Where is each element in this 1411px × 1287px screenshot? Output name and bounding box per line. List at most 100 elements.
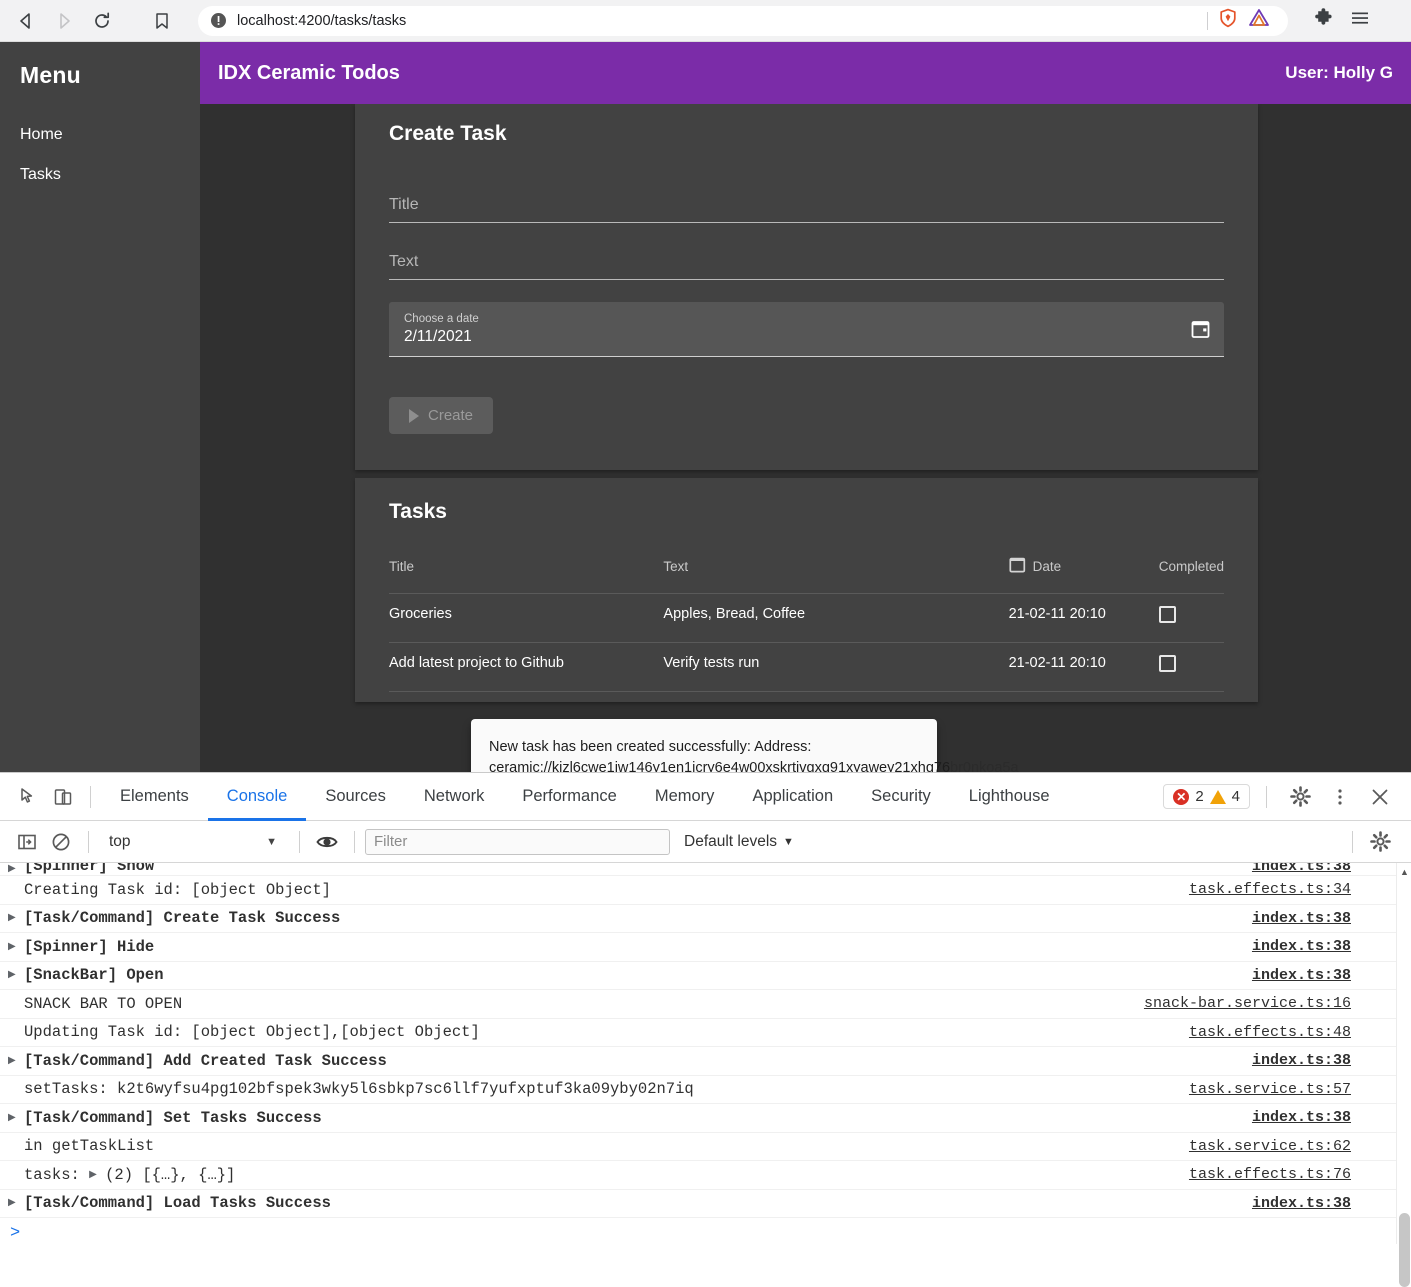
scrollbar-thumb[interactable] xyxy=(1399,1213,1410,1287)
expand-arrow-icon[interactable]: ▶ xyxy=(8,1055,24,1067)
console-subbar: top ▼ Default levels ▼ xyxy=(0,821,1411,863)
console-source-link[interactable]: snack-bar.service.ts:16 xyxy=(1144,995,1351,1012)
expand-arrow-icon[interactable]: ▶ xyxy=(8,863,24,875)
app-main: IDX Ceramic Todos User: Holly G Create T… xyxy=(200,42,1411,772)
console-source-link[interactable]: task.service.ts:62 xyxy=(1189,1138,1351,1155)
console-source-link[interactable]: task.effects.ts:76 xyxy=(1189,1166,1351,1183)
console-row[interactable]: ▶ SNACK BAR TO OPEN snack-bar.service.ts… xyxy=(0,990,1411,1019)
console-filter-input[interactable] xyxy=(365,828,670,855)
toggle-device-toolbar-icon[interactable] xyxy=(46,780,80,814)
site-info-icon[interactable] xyxy=(210,12,227,29)
cell-text: Verify tests run xyxy=(663,642,1009,692)
console-object-preview[interactable]: (2) [{…}, {…}] xyxy=(105,1166,235,1184)
tab-elements[interactable]: Elements xyxy=(101,773,208,821)
reload-icon[interactable] xyxy=(86,5,118,37)
brave-shield-icon[interactable] xyxy=(1218,8,1238,33)
triangle-extension-icon[interactable] xyxy=(1248,8,1270,33)
inspect-element-icon[interactable] xyxy=(12,780,46,814)
devtools-toolbar-right: ✕ 2 4 xyxy=(1163,780,1411,814)
live-expression-eye-icon[interactable] xyxy=(310,825,344,859)
console-row[interactable]: ▶ in getTaskList task.service.ts:62 xyxy=(0,1133,1411,1161)
console-row[interactable]: ▶ tasks: ▶ (2) [{…}, {…}] task.effects.t… xyxy=(0,1161,1411,1190)
address-bar[interactable]: localhost:4200/tasks/tasks xyxy=(198,5,1288,36)
tab-lighthouse[interactable]: Lighthouse xyxy=(950,773,1069,821)
console-source-link[interactable]: index.ts:38 xyxy=(1252,1195,1351,1212)
expand-object-arrow-icon[interactable]: ▶ xyxy=(89,1169,105,1181)
completed-checkbox[interactable] xyxy=(1158,606,1176,623)
expand-arrow-icon[interactable]: ▶ xyxy=(8,912,24,924)
console-row[interactable]: ▶ Updating Task id: [object Object],[obj… xyxy=(0,1019,1411,1047)
console-sidebar-toggle-icon[interactable] xyxy=(10,825,44,859)
column-header-date[interactable]: Date xyxy=(1009,546,1159,594)
tab-sources[interactable]: Sources xyxy=(306,773,405,821)
calendar-icon[interactable] xyxy=(1191,319,1210,339)
column-header-text[interactable]: Text xyxy=(663,546,1008,594)
console-prompt-row[interactable]: > xyxy=(0,1218,1411,1244)
console-source-link[interactable]: index.ts:38 xyxy=(1252,910,1351,927)
console-source-link[interactable]: index.ts:38 xyxy=(1252,967,1351,984)
bookmark-icon[interactable] xyxy=(146,5,178,37)
expand-arrow-icon[interactable]: ▶ xyxy=(8,1197,24,1209)
completed-checkbox[interactable] xyxy=(1158,655,1176,672)
console-row[interactable]: ▶ [Task/Command] Create Task Success ind… xyxy=(0,905,1411,933)
scroll-up-arrow-icon[interactable]: ▲ xyxy=(1397,865,1411,879)
console-log-list[interactable]: ▶ [Spinner] Show index.ts:38 ▶ Creating … xyxy=(0,863,1411,1244)
create-task-card: Create Task Title Text Choose a date 2/1… xyxy=(355,104,1258,470)
tasks-table-body: Groceries Apples, Bread, Coffee 21-02-11… xyxy=(389,593,1224,692)
sidenav-title: Menu xyxy=(20,62,81,88)
console-row[interactable]: ▶ [Task/Command] Set Tasks Success index… xyxy=(0,1104,1411,1133)
create-task-button[interactable]: Create xyxy=(389,397,494,434)
console-source-link[interactable]: task.effects.ts:48 xyxy=(1189,1024,1351,1041)
tab-performance[interactable]: Performance xyxy=(503,773,635,821)
console-message: [Task/Command] Add Created Task Success xyxy=(24,1051,387,1070)
expand-arrow-icon[interactable]: ▶ xyxy=(8,969,24,981)
table-row[interactable]: Groceries Apples, Bread, Coffee 21-02-11… xyxy=(389,593,1224,643)
hamburger-menu-icon[interactable] xyxy=(1350,8,1370,33)
console-row[interactable]: ▶ [Spinner] Hide index.ts:38 xyxy=(0,933,1411,962)
tab-application[interactable]: Application xyxy=(733,773,852,821)
devtools-panel: Elements Console Sources Network Perform… xyxy=(0,772,1411,1287)
console-context-selector[interactable]: top ▼ xyxy=(99,829,289,855)
date-picker-field[interactable]: Choose a date 2/11/2021 xyxy=(389,302,1224,357)
more-options-icon[interactable] xyxy=(1323,780,1357,814)
back-arrow-icon[interactable] xyxy=(10,5,42,37)
console-source-link[interactable]: index.ts:38 xyxy=(1252,938,1351,955)
console-settings-gear-icon[interactable] xyxy=(1363,825,1397,859)
column-header-completed[interactable]: Completed xyxy=(1159,546,1224,594)
console-row[interactable]: ▶ [SnackBar] Open index.ts:38 xyxy=(0,962,1411,990)
table-row[interactable]: Add latest project to Github Verify test… xyxy=(389,642,1224,692)
console-source-link[interactable]: task.service.ts:57 xyxy=(1189,1081,1351,1098)
console-row[interactable]: ▶ Creating Task id: [object Object] task… xyxy=(0,876,1411,905)
tab-memory[interactable]: Memory xyxy=(636,773,734,821)
console-source-link[interactable]: index.ts:38 xyxy=(1252,1109,1351,1126)
issues-counter[interactable]: ✕ 2 4 xyxy=(1163,784,1250,809)
close-icon[interactable] xyxy=(1363,780,1397,814)
console-row[interactable]: ▶ [Task/Command] Load Tasks Success inde… xyxy=(0,1190,1411,1218)
text-field[interactable]: Text xyxy=(389,223,1224,280)
title-field[interactable]: Title xyxy=(389,166,1224,223)
tab-network[interactable]: Network xyxy=(405,773,504,821)
devtools-tabs: Elements Console Sources Network Perform… xyxy=(101,773,1069,821)
gear-icon[interactable] xyxy=(1283,780,1317,814)
tab-security[interactable]: Security xyxy=(852,773,950,821)
console-row[interactable]: ▶ setTasks: k2t6wyfsu4pg102bfspek3wky5l6… xyxy=(0,1076,1411,1104)
console-row[interactable]: ▶ [Task/Command] Add Created Task Succes… xyxy=(0,1047,1411,1076)
date-field-value: 2/11/2021 xyxy=(404,327,472,345)
console-scrollbar[interactable]: ▲ xyxy=(1396,863,1411,1287)
console-source-link[interactable]: task.effects.ts:34 xyxy=(1189,881,1351,898)
app-title: IDX Ceramic Todos xyxy=(218,61,400,84)
sidebar-item-tasks[interactable]: Tasks xyxy=(0,155,200,195)
snackbar-line-1: New task has been created successfully: … xyxy=(489,739,812,755)
sidebar-item-home[interactable]: Home xyxy=(0,115,200,155)
column-header-title[interactable]: Title xyxy=(389,546,663,594)
console-prompt-caret-icon: > xyxy=(10,1223,21,1243)
expand-arrow-icon[interactable]: ▶ xyxy=(8,941,24,953)
puzzle-piece-icon[interactable] xyxy=(1314,8,1334,33)
expand-arrow-icon[interactable]: ▶ xyxy=(8,1112,24,1124)
console-source-link[interactable]: index.ts:38 xyxy=(1252,863,1351,875)
console-levels-selector[interactable]: Default levels ▼ xyxy=(684,833,794,851)
console-source-link[interactable]: index.ts:38 xyxy=(1252,1052,1351,1069)
clear-console-icon[interactable] xyxy=(44,825,78,859)
console-row[interactable]: ▶ [Spinner] Show index.ts:38 xyxy=(0,863,1411,876)
tab-console[interactable]: Console xyxy=(208,773,307,821)
